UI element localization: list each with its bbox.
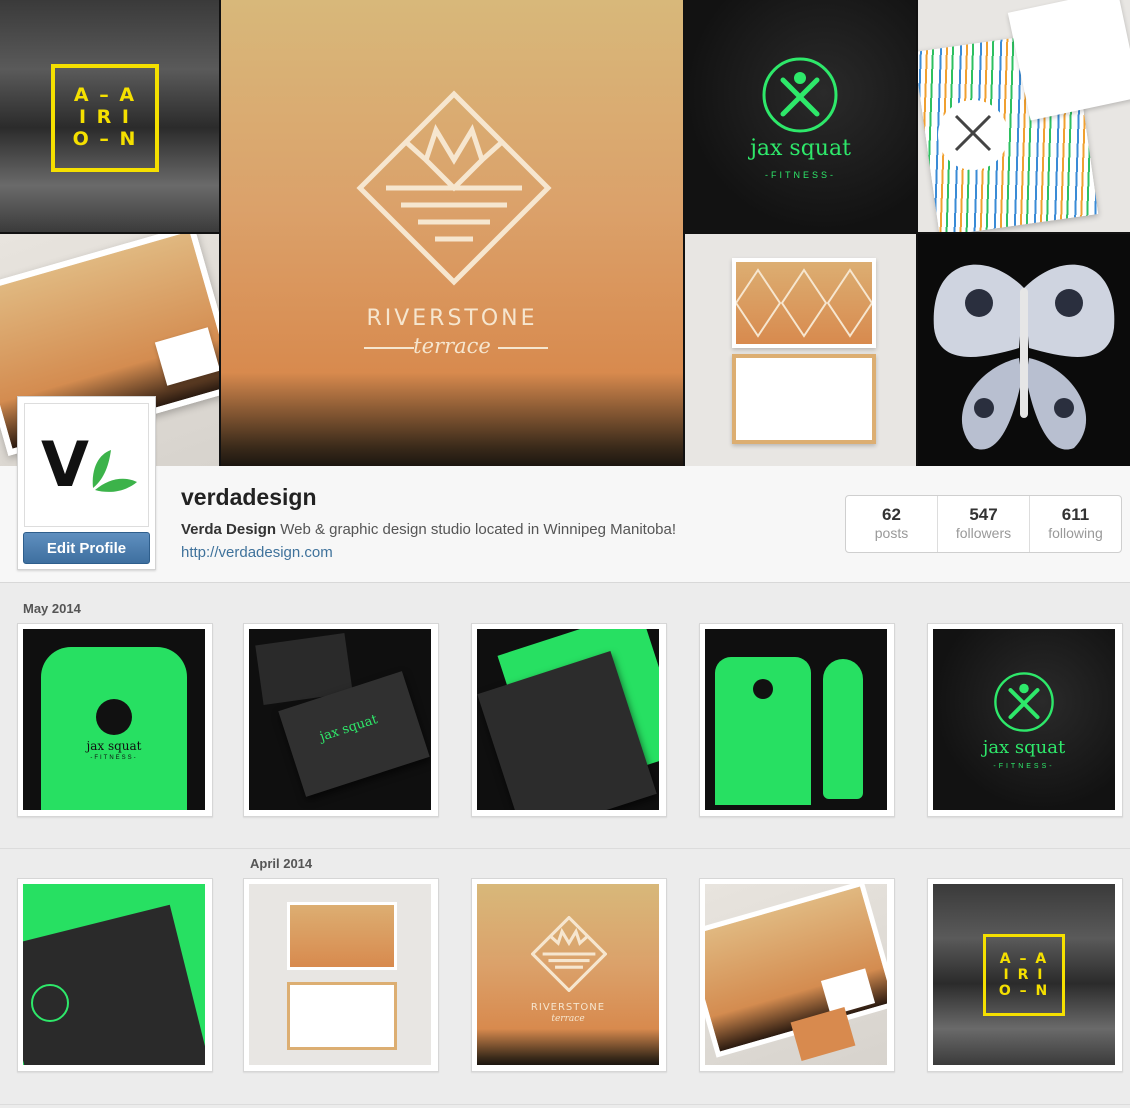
- thumb-jax-subtitle: -FITNESS-: [993, 763, 1055, 770]
- stat-followers[interactable]: 547 followers: [937, 496, 1029, 552]
- orange-card-small: [287, 902, 397, 970]
- section-divider-bottom: [0, 1104, 1130, 1105]
- thumb-airion-logo: A – A I R I O – N: [983, 934, 1065, 1016]
- thumb-airion-row-1: A – A: [999, 950, 1049, 967]
- photo-thumb[interactable]: jax squat -FITNESS-: [927, 623, 1123, 817]
- photo-thumb[interactable]: [243, 878, 439, 1072]
- collage-tile-riverstone[interactable]: RIVERSTONE terrace: [221, 0, 683, 466]
- photo-thumb[interactable]: [471, 623, 667, 817]
- profile-username: verdadesign: [181, 484, 317, 510]
- section-label-april-2014: April 2014: [250, 856, 313, 871]
- tshirt-long-sleeve: [823, 659, 863, 799]
- photo-green-letterhead: [23, 884, 205, 1065]
- stat-followers-count: 547: [969, 505, 998, 525]
- avatar-letter: V: [41, 428, 89, 501]
- photo-thumb[interactable]: [699, 878, 895, 1072]
- tshirt-brand-sub: -FITNESS-: [90, 755, 138, 761]
- jax-squat-logo-small-icon: [994, 672, 1054, 732]
- photo-orange-cards: [249, 884, 431, 1065]
- airion-row-3: O – N: [72, 127, 138, 150]
- photo-thumb[interactable]: [699, 623, 895, 817]
- airion-row-2: I R I: [79, 106, 131, 129]
- diamond-pattern-icon: [734, 268, 874, 338]
- white-card-small: [287, 982, 397, 1050]
- profile-bio-text: Web & graphic design studio located in W…: [280, 521, 677, 538]
- jax-squat-title: jax squat: [750, 136, 851, 161]
- tshirt-logo-icon: [96, 699, 132, 735]
- stat-posts-count: 62: [882, 505, 901, 525]
- collage-tile-airion[interactable]: A – A I R I O – N: [0, 0, 219, 232]
- stat-following[interactable]: 611 following: [1029, 496, 1121, 552]
- photo-airion: A – A I R I O – N: [933, 884, 1115, 1065]
- thumb-airion-row-3: O – N: [998, 983, 1050, 1000]
- profile-website-link[interactable]: http://verdadesign.com: [181, 544, 333, 561]
- riverstone-subtitle: terrace: [413, 334, 491, 358]
- section-divider: [0, 848, 1130, 849]
- photo-stationery-set: [705, 884, 887, 1065]
- leaf-logo-icon: [92, 450, 137, 492]
- white-card-back: [732, 354, 876, 444]
- riverstone-diamond-icon: [356, 90, 552, 286]
- photo-thumb[interactable]: RIVERSTONE terrace: [471, 878, 667, 1072]
- section-label-may-2014: May 2014: [23, 601, 81, 616]
- thumb-jax-title: jax squat: [982, 737, 1066, 758]
- avatar-card: V Edit Profile: [17, 396, 156, 570]
- collage-tile-jax-squat[interactable]: jax squat -FITNESS-: [685, 0, 916, 232]
- stat-posts[interactable]: 62 posts: [846, 496, 937, 552]
- photo-tshirt-front: jax squat -FITNESS-: [23, 629, 205, 810]
- butterfly-illustration-icon: [933, 264, 1115, 450]
- photo-letterhead: [477, 629, 659, 810]
- crossed-tools-icon: [954, 114, 992, 152]
- stat-followers-label: followers: [955, 524, 1012, 541]
- thumb-riverstone-subtitle: terrace: [551, 1014, 585, 1024]
- photo-thumb[interactable]: jax squat: [243, 623, 439, 817]
- stat-following-count: 611: [1061, 505, 1090, 525]
- photo-business-cards: jax squat: [249, 629, 431, 810]
- thumb-riverstone-title: RIVERSTONE: [530, 1002, 606, 1013]
- profile-stats: 62 posts 547 followers 611 following: [845, 495, 1122, 553]
- collage-tile-butterfly[interactable]: [918, 234, 1130, 466]
- airion-row-1: A – A: [73, 84, 137, 107]
- jax-squat-logo-icon: [762, 57, 838, 133]
- thumb-airion-row-2: I R I: [1003, 966, 1045, 983]
- avatar[interactable]: V: [24, 403, 149, 527]
- photo-tshirts-pair: [705, 629, 887, 810]
- stat-posts-label: posts: [874, 524, 909, 541]
- profile-header-collage: A – A I R I O – N RIVERSTONE terrace jax…: [0, 0, 1130, 466]
- photo-jax-squat-logo: jax squat -FITNESS-: [933, 629, 1115, 810]
- riverstone-diamond-small-icon: [531, 916, 607, 992]
- profile-full-name: Verda Design: [181, 521, 277, 538]
- profile-bio: Verda Design Web & graphic design studio…: [181, 521, 676, 538]
- edit-profile-button[interactable]: Edit Profile: [23, 532, 150, 564]
- riverstone-rule-right: [498, 347, 548, 349]
- tshirt-brand: jax squat: [86, 739, 142, 753]
- photo-thumb[interactable]: [17, 878, 213, 1072]
- stat-following-label: following: [1048, 524, 1103, 541]
- collage-tile-business-cards[interactable]: [918, 0, 1130, 232]
- tshirt-logo-small-icon: [753, 679, 773, 699]
- white-card-stack: [1007, 0, 1130, 121]
- photo-riverstone: RIVERSTONE terrace: [477, 884, 659, 1065]
- airion-logo: A – A I R I O – N: [51, 64, 159, 172]
- orange-card-front: [732, 258, 876, 348]
- riverstone-title: RIVERSTONE: [366, 306, 538, 331]
- photo-thumb[interactable]: A – A I R I O – N: [927, 878, 1123, 1072]
- photo-thumb[interactable]: jax squat -FITNESS-: [17, 623, 213, 817]
- jax-squat-subtitle: -FITNESS-: [765, 170, 836, 180]
- collage-tile-orange-cards[interactable]: [685, 234, 916, 466]
- green-logo-circle-icon: [31, 984, 69, 1022]
